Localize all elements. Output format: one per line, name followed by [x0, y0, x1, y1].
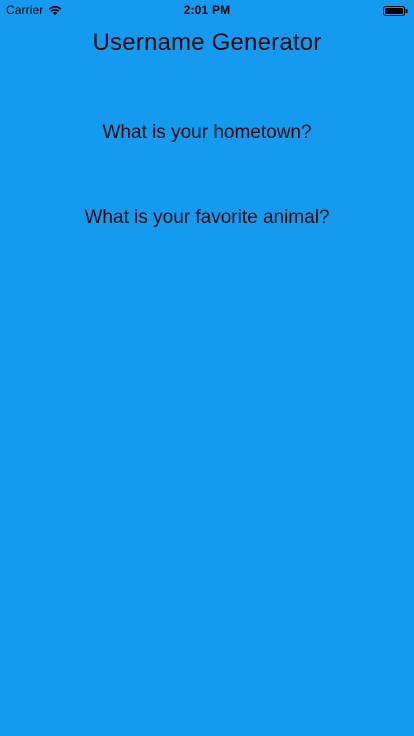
main-content: Username Generator What is your hometown…	[0, 0, 414, 736]
question-favorite-animal: What is your favorite animal?	[84, 207, 330, 228]
question-hometown: What is your hometown?	[102, 122, 312, 143]
page-title: Username Generator	[92, 29, 322, 56]
